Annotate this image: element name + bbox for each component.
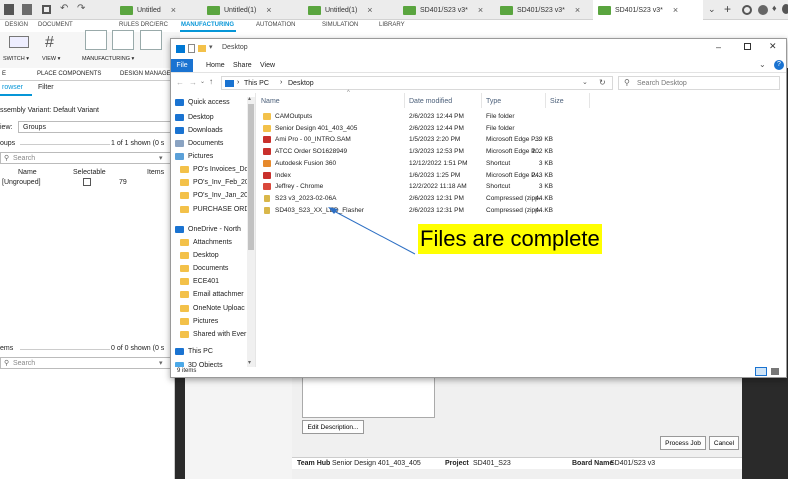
arrow-line <box>331 209 416 255</box>
annotation-arrow <box>328 207 416 255</box>
annotation-text: Files are complete <box>418 224 602 254</box>
